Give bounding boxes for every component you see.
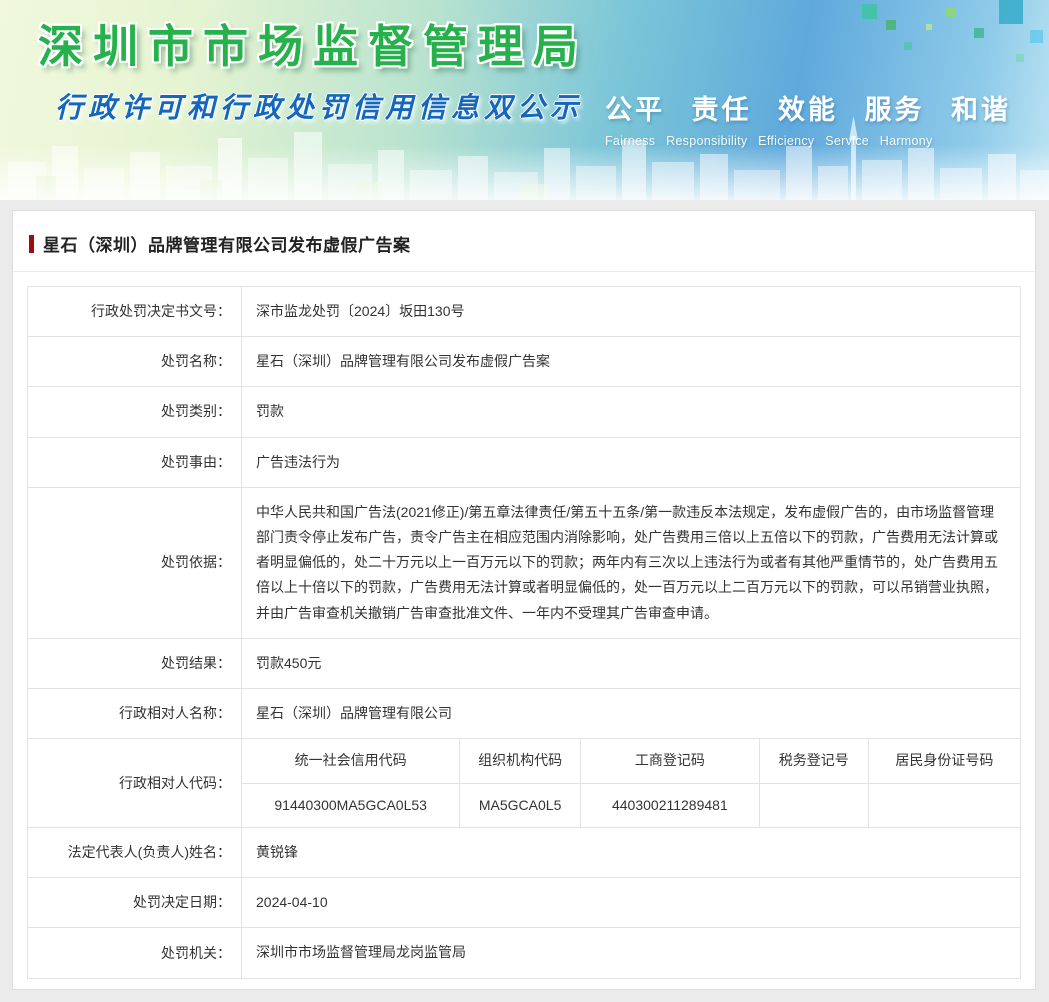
codes-header: 统一社会信用代码 <box>242 739 461 784</box>
penalty-info-table: 行政处罚决定书文号： 深市监龙处罚〔2024〕坂田130号 处罚名称： 星石（深… <box>27 285 1021 979</box>
row-label: 行政处罚决定书文号： <box>27 285 242 338</box>
row-label: 处罚决定日期： <box>27 877 242 929</box>
decor-square-icon <box>904 42 912 50</box>
header-banner: 深圳市市场监督管理局 行政许可和行政处罚信用信息双公示 公平 责任 效能 服务 … <box>0 0 1049 200</box>
table-wrapper: 行政处罚决定书文号： 深市监龙处罚〔2024〕坂田130号 处罚名称： 星石（深… <box>13 272 1035 979</box>
site-subtitle: 行政许可和行政处罚信用信息双公示 <box>55 92 584 123</box>
row-label: 法定代表人(负责人)姓名： <box>27 827 242 879</box>
table-row-codes: 行政相对人代码： 统一社会信用代码 组织机构代码 工商登记码 税务登记号 居民身… <box>27 738 1021 829</box>
row-label: 行政相对人代码： <box>27 738 242 829</box>
codes-value: 91440300MA5GCA0L53 <box>242 782 461 828</box>
slogan-chinese: 公平 责任 效能 服务 和谐 <box>604 95 1011 125</box>
codes-table: 统一社会信用代码 组织机构代码 工商登记码 税务登记号 居民身份证号码 9144… <box>242 739 1020 828</box>
codes-header: 居民身份证号码 <box>867 739 1020 784</box>
decor-square-icon <box>886 20 896 30</box>
decor-square-icon <box>862 4 877 19</box>
codes-value: MA5GCA0L5 <box>459 782 581 828</box>
table-row: 处罚决定日期： 2024-04-10 <box>27 877 1021 929</box>
table-row: 行政处罚决定书文号： 深市监龙处罚〔2024〕坂田130号 <box>27 285 1021 338</box>
row-label: 行政相对人名称： <box>27 687 242 740</box>
row-value: 中华人民共和国广告法(2021修正)/第五章法律责任/第五十五条/第一款违反本法… <box>241 486 1021 639</box>
site-title: 深圳市市场监督管理局 <box>38 21 589 72</box>
page-title: 星石（深圳）品牌管理有限公司发布虚假广告案 <box>43 236 411 255</box>
row-value: 深市监龙处罚〔2024〕坂田130号 <box>241 285 1021 338</box>
table-row: 处罚机关： 深圳市市场监督管理局龙岗监管局 <box>27 927 1021 979</box>
table-row: 行政相对人名称： 星石（深圳）品牌管理有限公司 <box>27 687 1021 740</box>
row-value: 2024-04-10 <box>241 877 1021 929</box>
table-row: 处罚事由： 广告违法行为 <box>27 436 1021 488</box>
codes-value <box>867 782 1020 828</box>
content-panel: 星石（深圳）品牌管理有限公司发布虚假广告案 行政处罚决定书文号： 深市监龙处罚〔… <box>12 210 1036 990</box>
codes-header: 工商登记码 <box>579 739 760 784</box>
codes-value: 440300211289481 <box>579 782 760 828</box>
codes-cell: 统一社会信用代码 组织机构代码 工商登记码 税务登记号 居民身份证号码 9144… <box>241 738 1021 829</box>
table-row: 处罚结果： 罚款450元 <box>27 637 1021 689</box>
table-row: 法定代表人(负责人)姓名： 黄锐锋 <box>27 827 1021 879</box>
row-value: 黄锐锋 <box>241 827 1021 879</box>
table-row: 处罚类别： 罚款 <box>27 386 1021 438</box>
row-label: 处罚事由： <box>27 436 242 488</box>
banner-slogan: 公平 责任 效能 服务 和谐 Fairness Responsibility E… <box>605 88 1011 148</box>
row-value: 广告违法行为 <box>241 436 1021 488</box>
table-row: 处罚名称： 星石（深圳）品牌管理有限公司发布虚假广告案 <box>27 336 1021 388</box>
row-label: 处罚机关： <box>27 927 242 979</box>
row-value: 星石（深圳）品牌管理有限公司 <box>241 687 1021 740</box>
slogan-english: Fairness Responsibility Efficiency Servi… <box>604 134 933 148</box>
codes-header-row: 统一社会信用代码 组织机构代码 工商登记码 税务登记号 居民身份证号码 <box>242 739 1020 784</box>
row-label: 处罚结果： <box>27 637 242 689</box>
row-label: 处罚名称： <box>27 336 242 388</box>
row-value: 罚款450元 <box>241 637 1021 689</box>
row-label: 处罚类别： <box>27 386 242 438</box>
row-value: 罚款 <box>241 386 1021 438</box>
page-title-row: 星石（深圳）品牌管理有限公司发布虚假广告案 <box>13 211 1035 272</box>
codes-value-row: 91440300MA5GCA0L53 MA5GCA0L5 44030021128… <box>242 782 1020 828</box>
decor-square-icon <box>999 0 1023 24</box>
codes-value <box>758 782 869 828</box>
row-label: 处罚依据： <box>27 486 242 639</box>
decor-square-icon <box>946 8 955 17</box>
table-row: 处罚依据： 中华人民共和国广告法(2021修正)/第五章法律责任/第五十五条/第… <box>27 486 1021 639</box>
row-value: 深圳市市场监督管理局龙岗监管局 <box>241 927 1021 979</box>
title-marker <box>29 234 34 253</box>
decor-square-icon <box>1030 30 1043 43</box>
page-content: 星石（深圳）品牌管理有限公司发布虚假广告案 行政处罚决定书文号： 深市监龙处罚〔… <box>0 200 1049 1002</box>
decor-square-icon <box>974 28 984 38</box>
decor-square-icon <box>1016 54 1024 62</box>
codes-header: 组织机构代码 <box>459 739 581 784</box>
decor-square-icon <box>926 24 932 30</box>
codes-header: 税务登记号 <box>758 739 869 784</box>
row-value: 星石（深圳）品牌管理有限公司发布虚假广告案 <box>241 336 1021 388</box>
